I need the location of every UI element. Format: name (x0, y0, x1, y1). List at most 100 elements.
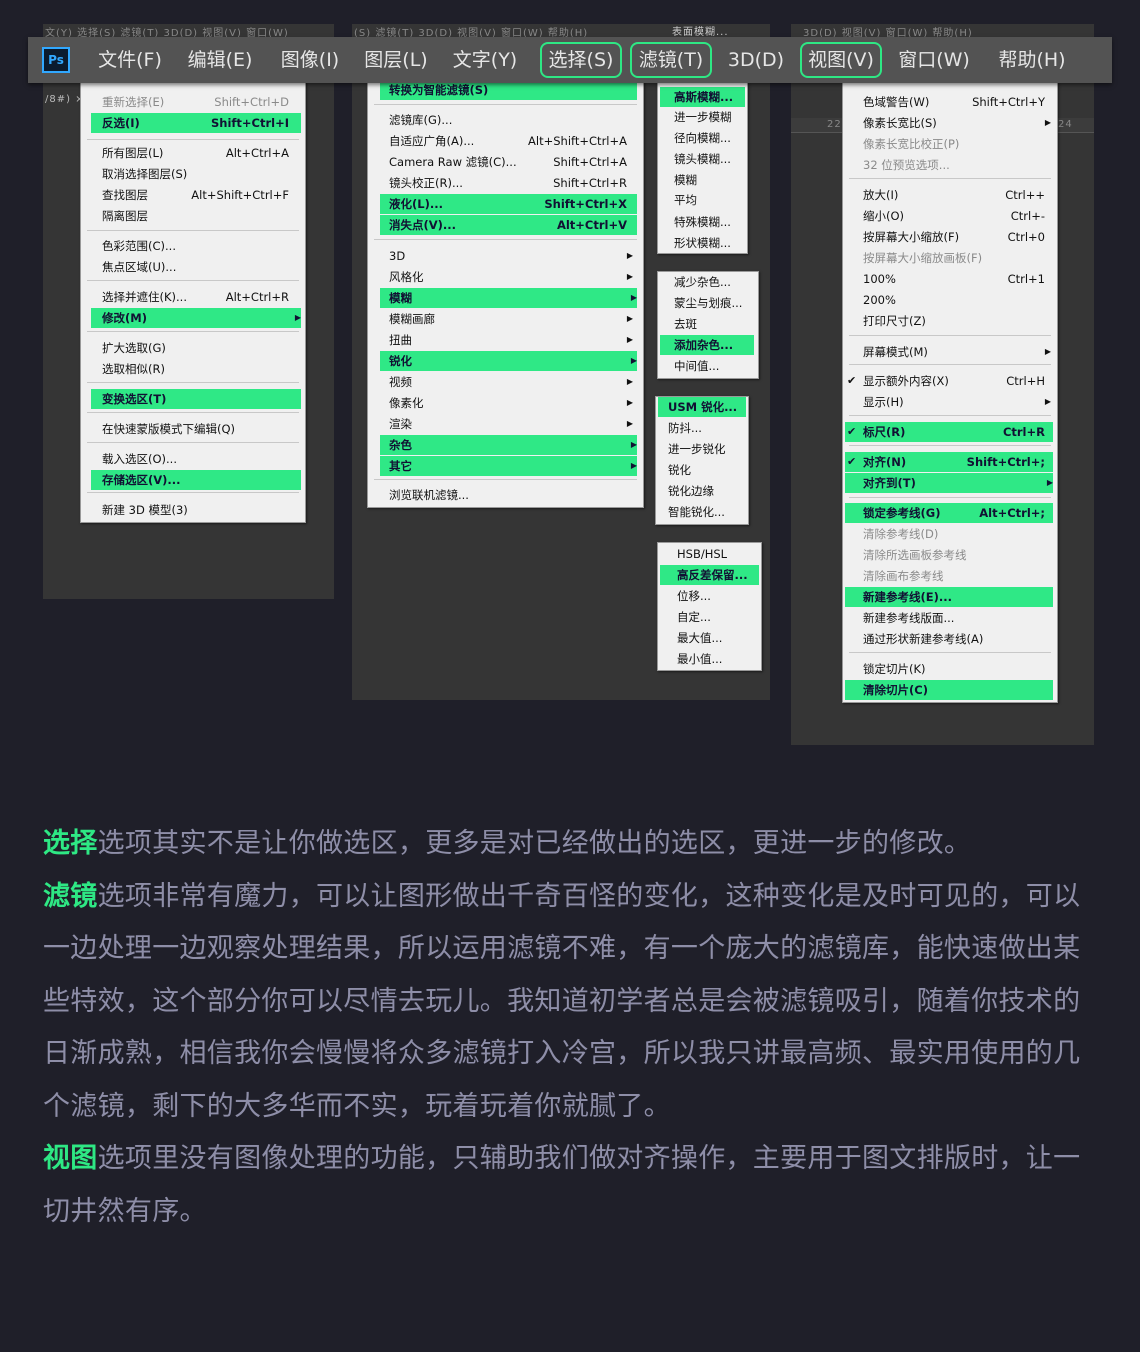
select-menu-item-2[interactable]: 反选(I) Shift+Ctrl+I (91, 113, 301, 133)
menubar-item-3[interactable]: 图像(I) (268, 42, 352, 78)
sharpen-menu-item-1[interactable]: USM 锐化... (658, 397, 746, 417)
select-menu-item-11[interactable]: 扩大选取(G) (102, 338, 295, 358)
view-menu-item-20[interactable]: 清除所选画板参考线 (863, 545, 1051, 565)
select-menu-item-9[interactable]: 选择并遮住(K)... Alt+Ctrl+R (102, 287, 295, 307)
select-menu-item-3[interactable]: 所有图层(L) Alt+Ctrl+A (102, 143, 295, 163)
menubar-item-10[interactable]: 窗口(W) (892, 42, 976, 78)
select-menu-item-16[interactable]: 存储选区(V)... (91, 470, 301, 490)
noise-menu-item-1[interactable]: 减少杂色... (674, 272, 754, 292)
select-menu-item-10[interactable]: 修改(M) ▶ (91, 308, 301, 328)
select-menu-item-5[interactable]: 查找图层 Alt+Shift+Ctrl+F (102, 185, 295, 205)
select-menu-item-12[interactable]: 选取相似(R) (102, 359, 295, 379)
filter-menu-item-7[interactable]: 消失点(V)... Alt+Ctrl+V (380, 215, 637, 235)
filter-menu-item-8[interactable]: 3D ▶ (389, 246, 633, 266)
blur-menu-item-1[interactable]: 高斯模糊... (660, 87, 745, 107)
filter-menu-item-19[interactable]: 浏览联机滤镜... (389, 485, 633, 505)
view-menu-item-2[interactable]: 像素长宽比(S) ▶ (863, 113, 1051, 133)
view-menu-item-23[interactable]: 新建参考线版面... (863, 608, 1051, 628)
other-menu-item-4[interactable]: 自定... (677, 607, 757, 627)
filter-menu-item-14[interactable]: 视频 ▶ (389, 372, 633, 392)
view-menu-item-26[interactable]: 清除切片(C) (845, 680, 1053, 700)
view-menu-item-1[interactable]: 色域警告(W) Shift+Ctrl+Y (863, 92, 1051, 112)
view-menu-item-15[interactable]: 标尺(R) Ctrl+R ✔ (845, 422, 1053, 442)
menubar-item-1[interactable]: 文件(F) (90, 42, 170, 78)
sharpen-menu-item-3[interactable]: 进一步锐化 (668, 439, 744, 459)
view-menu-item-11[interactable]: 打印尺寸(Z) (863, 311, 1051, 331)
blur-menu-item-5[interactable]: 模糊 (674, 170, 743, 190)
noise-menu-item-5[interactable]: 中间值... (674, 356, 754, 376)
view-menu-item-17[interactable]: 对齐到(T) ▶ (845, 473, 1053, 493)
select-menu-item-1[interactable]: 重新选择(E) Shift+Ctrl+D (102, 92, 295, 112)
view-menu-item-4[interactable]: 32 位预览选项... (863, 155, 1051, 175)
view-menu-item-13[interactable]: 显示额外内容(X) Ctrl+H ✔ (847, 371, 1051, 391)
view-menu-item-12[interactable]: 屏幕模式(M) ▶ (863, 342, 1051, 362)
filter-menu-item-3[interactable]: 自适应广角(A)... Alt+Shift+Ctrl+A (389, 131, 633, 151)
sharpen-menu-item-5[interactable]: 锐化边缘 (668, 481, 744, 501)
view-menu-item-7[interactable]: 按屏幕大小缩放(F) Ctrl+0 (863, 227, 1051, 247)
filter-menu-item-9[interactable]: 风格化 ▶ (389, 267, 633, 287)
blur-menu-item-4[interactable]: 镜头模糊... (674, 149, 743, 169)
view-menu-item-5[interactable]: 放大(I) Ctrl++ (863, 185, 1051, 205)
filter-menu-item-4[interactable]: Camera Raw 滤镜(C)... Shift+Ctrl+A (389, 152, 633, 172)
select-menu-item-4[interactable]: 取消选择图层(S) (102, 164, 295, 184)
view-menu-item-3[interactable]: 像素长宽比校正(P) (863, 134, 1051, 154)
noise-menu-item-4[interactable]: 添加杂色... (660, 335, 754, 355)
filter-menu-item-17[interactable]: 杂色 ▶ (380, 435, 637, 455)
select-menu-item-13[interactable]: 变换选区(T) (91, 389, 301, 409)
menubar-item-2[interactable]: 编辑(E) (178, 42, 262, 78)
filter-menu-item-10[interactable]: 模糊 ▶ (380, 288, 637, 308)
document-tab-fragment[interactable]: /8#) × (45, 93, 85, 107)
filter-menu-item-11[interactable]: 模糊画廊 ▶ (389, 309, 633, 329)
view-menu-item-24[interactable]: 通过形状新建参考线(A) (863, 629, 1051, 649)
filter-menu-item-2[interactable]: 滤镜库(G)... (389, 110, 633, 130)
blur-menu-item-6[interactable]: 平均 (674, 190, 743, 210)
noise-menu-item-2[interactable]: 蒙尘与划痕... (674, 293, 754, 313)
select-menu-item-7[interactable]: 色彩范围(C)... (102, 236, 295, 256)
blur-menu-item-2[interactable]: 进一步模糊 (674, 107, 743, 127)
select-menu-item-17[interactable]: 新建 3D 模型(3) (102, 500, 295, 520)
select-menu-item-14[interactable]: 在快速蒙版模式下编辑(Q) (102, 419, 295, 439)
view-menu-item-9[interactable]: 100% Ctrl+1 (863, 269, 1051, 289)
menubar-item-11[interactable]: 帮助(H) (990, 42, 1074, 78)
menubar-item-8[interactable]: 3D(D) (722, 42, 790, 78)
noise-menu-item-3[interactable]: 去斑 (674, 314, 754, 334)
view-menu-item-14[interactable]: 显示(H) ▶ (863, 392, 1051, 412)
menubar-item-4[interactable]: 图层(L) (354, 42, 438, 78)
menubar-item-7[interactable]: 滤镜(T) (630, 42, 712, 78)
blur-menu-item-3[interactable]: 径向模糊... (674, 128, 743, 148)
view-menu-item-10[interactable]: 200% (863, 290, 1051, 310)
select-menu-item-6[interactable]: 隔离图层 (102, 206, 295, 226)
menubar-item-9[interactable]: 视图(V) (800, 42, 882, 78)
menubar-item-5[interactable]: 文字(Y) (443, 42, 527, 78)
view-menu-item-18[interactable]: 锁定参考线(G) Alt+Ctrl+; (845, 503, 1053, 523)
view-menu-item-16[interactable]: 对齐(N) Shift+Ctrl+; ✔ (845, 452, 1053, 472)
other-menu-item-2[interactable]: 高反差保留... (660, 565, 759, 585)
select-menu-item-15[interactable]: 载入选区(O)... (102, 449, 295, 469)
filter-menu-item-16[interactable]: 渲染 ▶ (389, 414, 633, 434)
view-menu-item-25[interactable]: 锁定切片(K) (863, 659, 1051, 679)
filter-menu-item-13[interactable]: 锐化 ▶ (380, 351, 637, 371)
blur-menu-item-8[interactable]: 形状模糊... (674, 233, 743, 253)
view-menu-item-8[interactable]: 按屏幕大小缩放画板(F) (863, 248, 1051, 268)
sharpen-menu-item-4[interactable]: 锐化 (668, 460, 744, 480)
filter-menu-item-5[interactable]: 镜头校正(R)... Shift+Ctrl+R (389, 173, 633, 193)
sharpen-menu-item-2[interactable]: 防抖... (668, 418, 744, 438)
menubar-item-6[interactable]: 选择(S) (540, 42, 622, 78)
select-menu-item-8[interactable]: 焦点区域(U)... (102, 257, 295, 277)
other-menu-item-5[interactable]: 最大值... (677, 628, 757, 648)
filter-menu-item-6[interactable]: 液化(L)... Shift+Ctrl+X (380, 194, 637, 214)
sharpen-menu-item-6[interactable]: 智能锐化... (668, 502, 744, 522)
filter-menu-item-12[interactable]: 扭曲 ▶ (389, 330, 633, 350)
view-menu-item-6[interactable]: 缩小(O) Ctrl+- (863, 206, 1051, 226)
filter-menu-item-15[interactable]: 像素化 ▶ (389, 393, 633, 413)
other-menu-item-3[interactable]: 位移... (677, 586, 757, 606)
filter-menu-item-1[interactable]: 转换为智能滤镜(S) (380, 80, 637, 100)
menu-item-label: 32 位预览选项... (863, 158, 950, 172)
view-menu-item-22[interactable]: 新建参考线(E)... (845, 587, 1053, 607)
view-menu-item-21[interactable]: 清除画布参考线 (863, 566, 1051, 586)
other-menu-item-6[interactable]: 最小值... (677, 649, 757, 669)
filter-menu-item-18[interactable]: 其它 ▶ (380, 456, 637, 476)
blur-menu-item-7[interactable]: 特殊模糊... (674, 212, 743, 232)
view-menu-item-19[interactable]: 清除参考线(D) (863, 524, 1051, 544)
other-menu-item-1[interactable]: HSB/HSL (677, 544, 757, 564)
